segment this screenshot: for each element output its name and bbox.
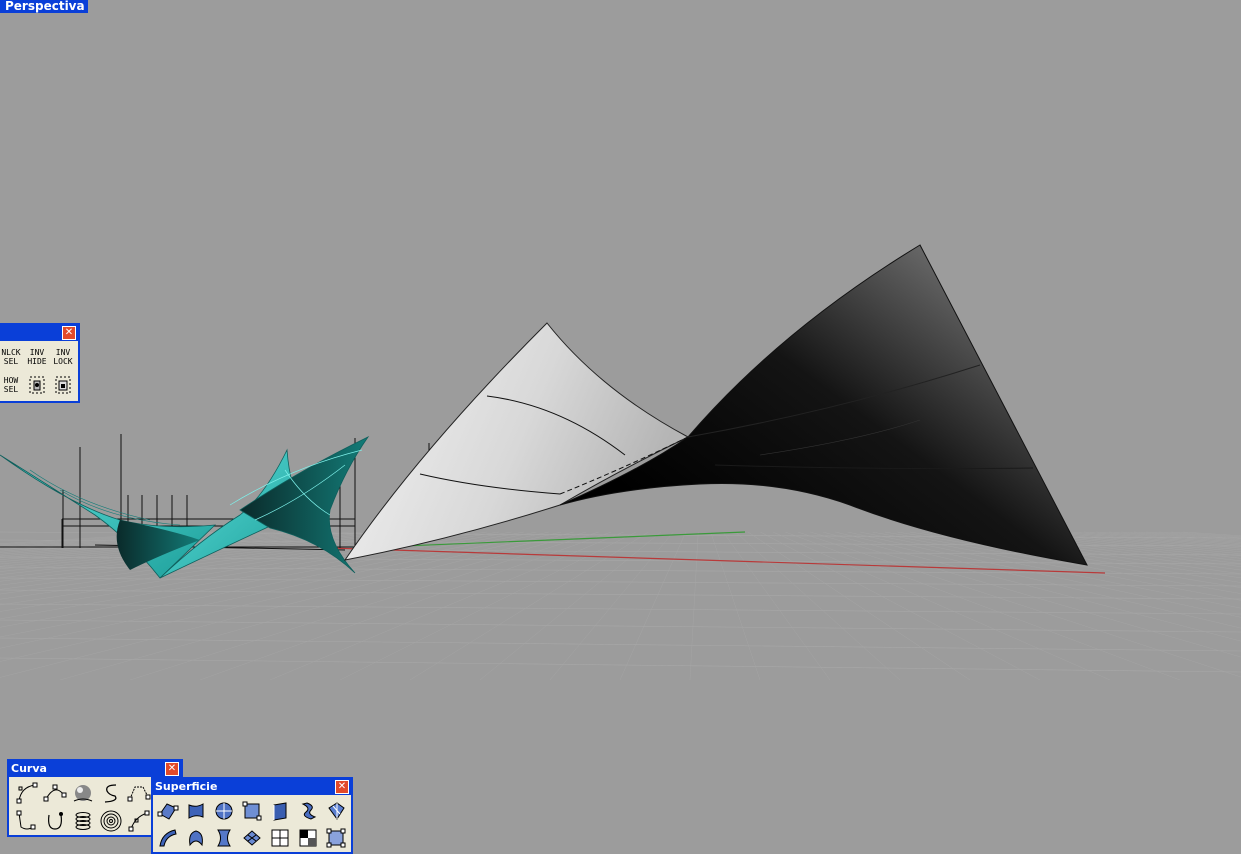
spiral-icon xyxy=(100,810,122,832)
freeform-curve-icon xyxy=(104,784,117,803)
helix-icon xyxy=(75,812,91,830)
unlock-selected-button[interactable]: NLCK SEL xyxy=(0,343,24,371)
freeform-curve-button[interactable] xyxy=(97,779,125,807)
viewport-title[interactable]: Perspectiva xyxy=(0,0,88,13)
loft-surface-button[interactable] xyxy=(294,797,322,824)
revolve-surface-button[interactable] xyxy=(182,824,210,851)
sphere-curve-icon xyxy=(73,785,93,802)
hyperbolic-paraboloid-surface xyxy=(343,244,1088,566)
3d-scene[interactable] xyxy=(0,0,1241,854)
control-point-curve-icon xyxy=(16,782,38,804)
visibility-toolbar-titlebar[interactable]: ✕ xyxy=(0,325,78,341)
rail-revolve-icon xyxy=(159,828,177,846)
superficie-toolbar-titlebar[interactable]: Superficie ✕ xyxy=(153,779,351,795)
point-grid-icon xyxy=(326,828,346,847)
sketch-curve-icon xyxy=(16,810,36,830)
sweep-surface-button[interactable] xyxy=(322,797,350,824)
revolve-surface-icon xyxy=(189,829,203,846)
curve-points-button[interactable] xyxy=(125,807,153,835)
curve-points-icon xyxy=(128,810,150,832)
superficie-toolbar[interactable]: Superficie ✕ xyxy=(151,777,353,854)
sketch-curve-button[interactable] xyxy=(13,807,41,835)
perspective-viewport[interactable]: Perspectiva ✕ NLCK SEL INV HIDE INV LOCK… xyxy=(0,0,1241,854)
superficie-toolbar-title: Superficie xyxy=(155,780,218,793)
hide-points-button[interactable] xyxy=(24,371,50,399)
invert-lock-button[interactable]: INV LOCK xyxy=(50,343,76,371)
polyline-curve-icon xyxy=(127,786,151,802)
surface-from-points-button[interactable] xyxy=(154,797,182,824)
polyline-curve-button[interactable] xyxy=(125,779,153,807)
grid-surface-button[interactable] xyxy=(266,824,294,851)
surface-from-edges-icon xyxy=(188,802,204,819)
quad-surface-icon xyxy=(299,829,317,846)
extrude-surface-button[interactable] xyxy=(266,797,294,824)
surface-from-points-icon xyxy=(157,802,179,820)
sweep-surface-icon xyxy=(328,801,345,820)
loft-surface-icon xyxy=(301,801,317,820)
plane-surface-button[interactable] xyxy=(238,797,266,824)
blend-surface-button[interactable] xyxy=(238,824,266,851)
close-icon[interactable]: ✕ xyxy=(335,780,349,794)
interpolate-curve-icon xyxy=(43,784,67,802)
point-grid-button[interactable] xyxy=(322,824,350,851)
plane-surface-icon xyxy=(242,801,262,820)
blend-surface-icon xyxy=(243,829,261,846)
lock-points-icon xyxy=(55,376,71,394)
extrude-surface-icon xyxy=(273,801,287,821)
patch-surface-button[interactable] xyxy=(210,797,238,824)
show-selected-button[interactable]: HOW SEL xyxy=(0,371,24,399)
arc-curve-icon xyxy=(48,812,63,830)
arc-curve-button[interactable] xyxy=(41,807,69,835)
visibility-toolbar[interactable]: ✕ NLCK SEL INV HIDE INV LOCK HOW SEL xyxy=(0,323,80,403)
grid-surface-icon xyxy=(271,829,289,846)
network-surface-button[interactable] xyxy=(210,824,238,851)
close-icon[interactable]: ✕ xyxy=(165,762,179,776)
control-point-curve-button[interactable] xyxy=(13,779,41,807)
helix-button[interactable] xyxy=(69,807,97,835)
rail-revolve-button[interactable] xyxy=(154,824,182,851)
spiral-button[interactable] xyxy=(97,807,125,835)
surface-from-edges-button[interactable] xyxy=(182,797,210,824)
lock-points-button[interactable] xyxy=(50,371,76,399)
interpolate-curve-button[interactable] xyxy=(41,779,69,807)
sphere-curve-button[interactable] xyxy=(69,779,97,807)
quad-surface-button[interactable] xyxy=(294,824,322,851)
patch-surface-icon xyxy=(215,802,233,819)
hide-points-icon xyxy=(29,376,45,394)
close-icon[interactable]: ✕ xyxy=(62,326,76,340)
network-surface-icon xyxy=(217,829,231,846)
invert-hide-button[interactable]: INV HIDE xyxy=(24,343,50,371)
curva-toolbar-title: Curva xyxy=(11,762,47,775)
curva-toolbar-titlebar[interactable]: Curva ✕ xyxy=(9,761,181,777)
